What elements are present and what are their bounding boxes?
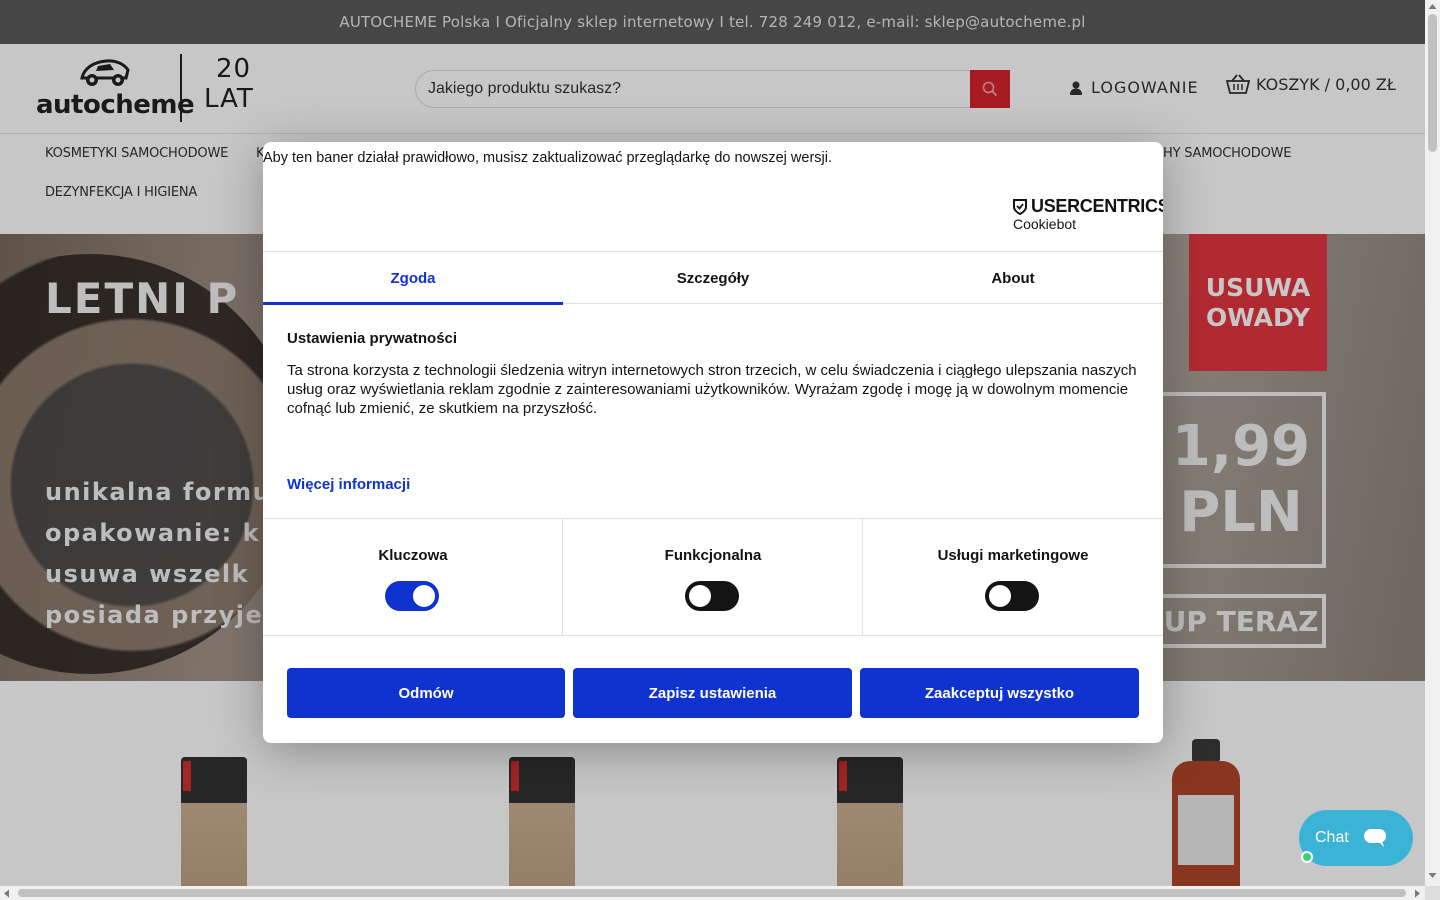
scrollbar-corner <box>1425 886 1440 900</box>
usercentrics-logo[interactable]: USERCENTRICS Cookiebot <box>1013 196 1163 232</box>
deny-button[interactable]: Odmów <box>287 668 565 718</box>
chat-label: Chat <box>1315 829 1349 846</box>
page: AUTOCHEME Polska I Oficjalny sklep inter… <box>0 0 1440 900</box>
chat-online-indicator <box>1301 851 1313 863</box>
scroll-left-arrow-icon[interactable] <box>3 889 10 898</box>
consent-body: Ta strona korzysta z technologii śledzen… <box>287 362 1137 417</box>
cookiebot-label: Cookiebot <box>1013 216 1077 232</box>
horizontal-scrollbar[interactable] <box>0 886 1425 900</box>
toggle-label: Funkcjonalna <box>664 547 762 564</box>
more-info-link[interactable]: Więcej informacji <box>287 476 410 493</box>
funkcjonalna-toggle[interactable] <box>685 581 739 611</box>
cookie-consent-dialog: Aby ten baner działał prawidłowo, musisz… <box>263 142 1163 743</box>
vertical-scrollbar[interactable] <box>1425 0 1440 886</box>
vertical-scroll-thumb[interactable] <box>1428 14 1437 152</box>
consent-content: Ustawienia prywatności Ta strona korzyst… <box>287 330 1143 418</box>
chat-bubble-icon <box>1363 829 1386 847</box>
marketing-toggle[interactable] <box>985 581 1039 611</box>
kluczowa-toggle[interactable] <box>385 581 439 611</box>
toggle-group-kluczowa: Kluczowa <box>263 519 563 635</box>
scroll-up-arrow-icon[interactable] <box>1428 3 1437 10</box>
usercentrics-brand: USERCENTRICS <box>1031 196 1163 216</box>
toggle-group-funkcjonalna: Funkcjonalna <box>563 519 863 635</box>
chat-widget-button[interactable]: Chat <box>1299 810 1413 866</box>
toggle-group-marketing: Usługi marketingowe <box>863 519 1163 635</box>
toggle-knob <box>413 585 435 607</box>
toggle-label: Kluczowa <box>378 547 448 564</box>
shield-icon <box>1013 198 1027 215</box>
tab-zgoda[interactable]: Zgoda <box>263 252 563 305</box>
accept-all-button[interactable]: Zaakceptuj wszystko <box>860 668 1139 718</box>
toggle-label: Usługi marketingowe <box>937 547 1089 564</box>
toggle-knob <box>989 585 1011 607</box>
consent-toggles: Kluczowa Funkcjonalna Usługi marketingow… <box>263 518 1163 636</box>
consent-tabs: Zgoda Szczegóły About <box>263 251 1163 305</box>
scroll-right-arrow-icon[interactable] <box>1414 889 1421 898</box>
toggle-knob <box>689 585 711 607</box>
consent-heading: Ustawienia prywatności <box>287 330 458 347</box>
tab-szczegoly[interactable]: Szczegóły <box>563 252 863 304</box>
horizontal-scroll-thumb[interactable] <box>18 889 1406 897</box>
browser-warning: Aby ten baner działał prawidłowo, musisz… <box>263 150 832 166</box>
scroll-down-arrow-icon[interactable] <box>1428 872 1437 879</box>
tab-about[interactable]: About <box>863 252 1163 304</box>
save-settings-button[interactable]: Zapisz ustawienia <box>573 668 852 718</box>
